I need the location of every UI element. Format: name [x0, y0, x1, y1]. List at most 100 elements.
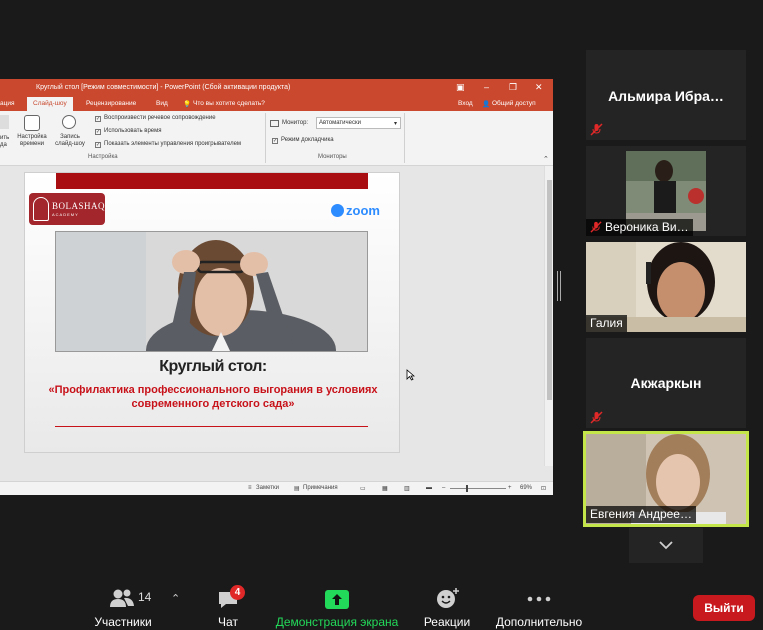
signin-link[interactable]: Вход: [458, 100, 473, 107]
controls-checkbox[interactable]: ✓ Показать элементы управления проигрыват…: [95, 141, 241, 148]
logo-name: BOLASHAQ: [52, 201, 106, 211]
participant-tile[interactable]: Галия: [586, 242, 746, 332]
muted-mic-icon: [590, 221, 602, 233]
ppt-statusbar: ≡ Заметки ▤ Примечания ▭ ▦ ▥ ▬ – + 69% ⊡: [0, 481, 553, 495]
chat-label: Чат: [218, 615, 238, 629]
scrollbar-thumb[interactable]: [547, 180, 552, 400]
logo-sub: ACADEMY: [52, 212, 79, 217]
user-icon: 👤: [482, 101, 491, 108]
lightbulb-icon: 💡: [183, 101, 192, 108]
participant-tile[interactable]: Альмира Ибра…: [586, 50, 746, 140]
reactions-label: Реакции: [423, 615, 471, 629]
ppt-ribbon-tabs: ация Слайд-шоу Рецензирование Вид 💡 Что …: [0, 97, 553, 111]
tell-me-search[interactable]: Что вы хотите сделать?: [193, 100, 265, 107]
zoom-slider[interactable]: [450, 488, 506, 489]
monitor-select[interactable]: Автоматически ▾: [316, 117, 401, 129]
fit-to-window-icon[interactable]: ⊡: [541, 485, 546, 492]
participant-label: Евгения Андрее…: [586, 506, 696, 523]
slideshow-view-icon[interactable]: ▬: [426, 485, 432, 491]
participant-label: Вероника Ви…: [586, 219, 693, 236]
ribbon-display-icon[interactable]: ▣: [456, 82, 465, 93]
vertical-scrollbar[interactable]: [544, 166, 553, 466]
more-icon: [527, 596, 551, 602]
reactions-icon: [437, 588, 459, 608]
chat-badge: 4: [230, 585, 245, 600]
more-label: Дополнительно: [495, 615, 583, 629]
participant-name: Вероника Ви…: [605, 220, 689, 234]
zoom-camera-icon: [331, 204, 344, 217]
normal-view-icon[interactable]: ▭: [360, 485, 366, 492]
zoom-out-icon[interactable]: –: [442, 485, 445, 491]
participant-label: Галия: [586, 315, 627, 332]
narration-label: Воспроизвести речевое сопровождение: [104, 115, 216, 121]
participant-tile[interactable]: Вероника Ви…: [586, 146, 746, 236]
share-button[interactable]: Общий доступ: [492, 100, 536, 107]
cursor-icon: [406, 369, 415, 381]
monitor-label: Монитор:: [282, 120, 309, 126]
comments-button[interactable]: Примечания: [303, 485, 338, 491]
rehearse-timing-icon[interactable]: [24, 115, 40, 131]
share-screen-label: Демонстрация экрана: [275, 615, 399, 629]
tab-animation[interactable]: ация: [0, 100, 15, 107]
notes-icon[interactable]: ≡: [248, 485, 252, 491]
reading-view-icon[interactable]: ▥: [404, 485, 410, 492]
participant-name: Евгения Андрее…: [590, 507, 692, 521]
tab-review[interactable]: Рецензирование: [86, 100, 136, 107]
rehearse-timing-label[interactable]: Настройка времени: [14, 134, 50, 148]
muted-mic-icon: [590, 123, 603, 136]
group-monitors-label: Мониторы: [318, 154, 347, 160]
minimize-icon[interactable]: –: [484, 82, 489, 92]
participant-tile-active-speaker[interactable]: Евгения Андрее…: [583, 431, 749, 527]
participants-count: 14: [138, 590, 152, 604]
next-page-button[interactable]: [629, 528, 703, 563]
notes-button[interactable]: Заметки: [256, 485, 279, 491]
ribbon-divider: [265, 113, 266, 163]
tab-slideshow[interactable]: Слайд-шоу: [27, 97, 73, 111]
ribbon-cut-icon[interactable]: [0, 115, 9, 129]
bolashaq-logo: BOLASHAQ ACADEMY: [29, 193, 105, 225]
panel-resize-handle[interactable]: [557, 271, 561, 301]
participants-icon: [110, 589, 134, 607]
slide-divider: [55, 426, 368, 427]
participant-name: Альмира Ибра…: [608, 88, 724, 104]
ribbon-cut-label[interactable]: ить да: [0, 135, 9, 149]
participants-options-chevron-icon[interactable]: ⌃: [171, 592, 180, 605]
leave-button[interactable]: Выйти: [693, 595, 755, 621]
share-screen-icon: [325, 590, 349, 609]
shared-screen: Круглый стол [Режим совместимости] - Pow…: [0, 79, 553, 495]
timing-checkbox[interactable]: ✓ Использовать время: [95, 128, 162, 135]
record-icon[interactable]: [62, 115, 76, 129]
presenter-view-label: Режим докладчика: [281, 137, 334, 143]
close-icon[interactable]: ✕: [535, 82, 543, 93]
participant-name: Галия: [590, 316, 623, 330]
slide: BOLASHAQ ACADEMY zoom Круглый стол: «Про…: [24, 172, 400, 453]
timing-label: Использовать время: [104, 128, 162, 134]
ribbon-collapse-icon[interactable]: ⌃: [543, 155, 549, 163]
participant-tile[interactable]: Акжаркын: [586, 338, 746, 428]
restore-icon[interactable]: ❐: [509, 82, 517, 93]
zoom-slider-thumb[interactable]: [466, 485, 468, 492]
ppt-window-title: Круглый стол [Режим совместимости] - Pow…: [36, 84, 291, 91]
narration-checkbox[interactable]: ✓ Воспроизвести речевое сопровождение: [95, 115, 216, 122]
tab-view[interactable]: Вид: [156, 100, 168, 107]
stressed-woman-photo: [55, 231, 368, 352]
zoom-level[interactable]: 69%: [520, 485, 532, 491]
record-slideshow-label[interactable]: Запись слайд-шоу: [50, 134, 90, 148]
chevron-down-icon: ▾: [393, 121, 397, 127]
slide-title: Круглый стол:: [159, 358, 267, 375]
participant-name: Акжаркын: [630, 375, 702, 391]
slide-subtitle: «Профилактика профессионального выгорани…: [48, 384, 378, 410]
muted-mic-icon: [590, 411, 603, 424]
group-setup-label: Настройка: [88, 154, 118, 160]
zoom-in-icon[interactable]: +: [508, 485, 512, 491]
ribbon-divider: [404, 113, 405, 163]
ppt-titlebar: Круглый стол [Режим совместимости] - Pow…: [0, 79, 553, 97]
comments-icon[interactable]: ▤: [294, 485, 300, 492]
zoom-logo: zoom: [331, 203, 380, 218]
chevron-down-icon: [659, 541, 673, 550]
presenter-view-checkbox[interactable]: ✓ Режим докладчика: [272, 137, 334, 144]
participants-label: Участники: [94, 615, 152, 629]
controls-label: Показать элементы управления проигрывате…: [104, 141, 242, 147]
ppt-ribbon: ить да Настройка времени Запись слайд-шо…: [0, 111, 553, 166]
sorter-view-icon[interactable]: ▦: [382, 485, 388, 492]
